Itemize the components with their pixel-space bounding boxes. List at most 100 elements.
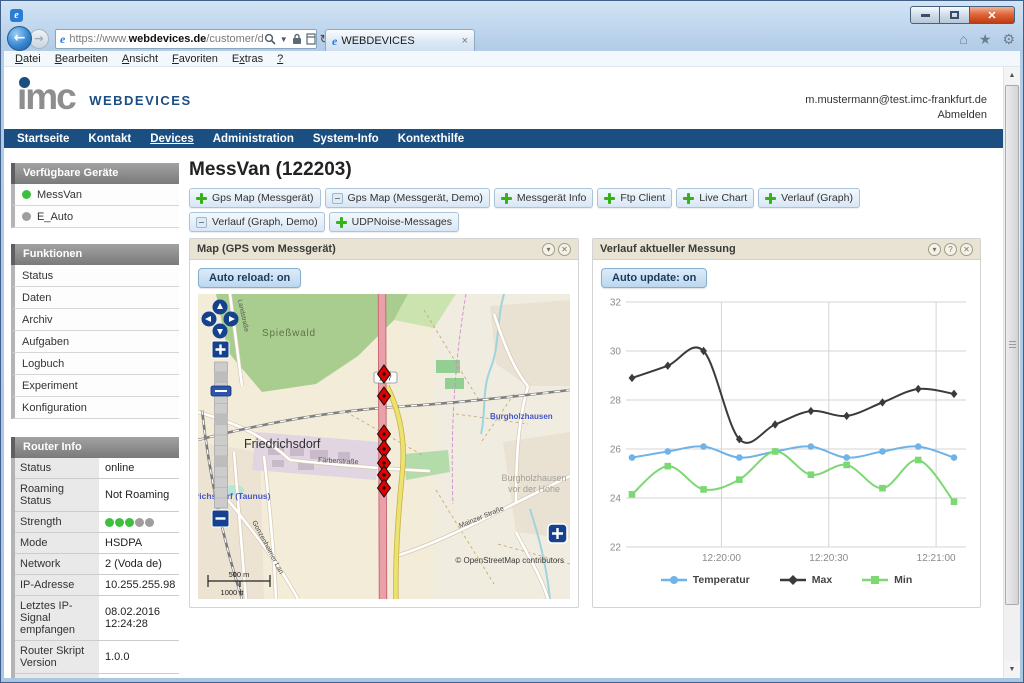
scrollbar-thumb[interactable] [1005, 85, 1019, 605]
imc-logo: imc WEBDEVICES [17, 71, 192, 123]
minus-icon [332, 193, 343, 204]
tab-close-icon[interactable]: × [462, 35, 468, 47]
svg-text:24: 24 [610, 494, 622, 505]
gps-map[interactable]: 257 [198, 294, 570, 599]
measurement-line-chart: 22242628303212:20:0012:20:3012:21:00 [601, 294, 972, 572]
sidebar-item-messvan[interactable]: MessVan [11, 184, 179, 206]
window-icon: e [10, 9, 23, 22]
live-chart-button[interactable]: Live Chart [676, 188, 754, 208]
menu-datei[interactable]: Datei [8, 53, 48, 65]
table-row: Roaming StatusNot Roaming [15, 479, 179, 512]
close-panel-icon[interactable]: ✕ [558, 243, 571, 256]
sidebar-item-konfiguration[interactable]: Konfiguration [11, 397, 179, 419]
menu-help[interactable]: ? [270, 53, 290, 65]
min-marker-icon [862, 574, 888, 586]
zoom-out-button[interactable] [212, 510, 229, 527]
favorites-star-icon[interactable]: ★ [979, 31, 992, 48]
nav-administration[interactable]: Administration [213, 133, 294, 145]
help-icon[interactable]: ? [944, 243, 957, 256]
nav-kontexthilfe[interactable]: Kontexthilfe [398, 133, 464, 145]
area-label-2: vor der Höhe [508, 484, 560, 494]
scale-label-m: 500 m [229, 570, 250, 579]
sidebar-item-experiment[interactable]: Experiment [11, 375, 179, 397]
browser-tab[interactable]: e WEBDEVICES × [325, 29, 475, 51]
url-path: /customer/d [206, 33, 263, 45]
sidebar-item-daten[interactable]: Daten [11, 287, 179, 309]
user-email: m.mustermann@test.imc-frankfurt.de [805, 93, 987, 108]
plus-icon [683, 193, 694, 204]
menu-bearbeiten[interactable]: Bearbeiten [48, 53, 115, 65]
svg-text:22: 22 [610, 543, 622, 554]
legend-item-max: Max [780, 574, 832, 586]
scroll-down-arrow[interactable]: ▼ [1004, 661, 1020, 678]
menu-extras[interactable]: Extras [225, 53, 270, 65]
minimize-button[interactable] [910, 6, 940, 24]
signal-dot [125, 518, 134, 527]
forward-button[interactable]: → [29, 29, 49, 49]
table-row: IP-Adresse10.255.255.98 [15, 575, 179, 596]
sidebar: Verfügbare Geräte MessVan E_Auto Funktio… [11, 163, 179, 678]
logo-dot [19, 77, 30, 88]
forest-label: Spießwald [262, 328, 316, 339]
table-row: Statusonline [15, 458, 179, 479]
devices-section-header: Verfügbare Geräte [11, 163, 179, 184]
sidebar-item-archiv[interactable]: Archiv [11, 309, 179, 331]
scroll-up-arrow[interactable]: ▲ [1004, 67, 1020, 84]
table-row: Letztes IP-Signal empfangen08.02.2016 12… [15, 596, 179, 641]
town-label-left: richsdorf (Taunus) [198, 491, 271, 501]
map-panel-title: Map (GPS vom Messgerät) [197, 243, 336, 255]
settings-gear-icon[interactable]: ⚙ [1002, 31, 1015, 48]
chevron-down-icon[interactable]: ▼ [280, 35, 288, 44]
auto-update-button[interactable]: Auto update: on [601, 268, 707, 288]
plus-icon [765, 193, 776, 204]
chart-panel-title: Verlauf aktueller Messung [600, 243, 736, 255]
menu-favoriten[interactable]: Favoriten [165, 53, 225, 65]
sidebar-item-aufgaben[interactable]: Aufgaben [11, 331, 179, 353]
sidebar-item-status[interactable]: Status [11, 265, 179, 287]
nav-devices[interactable]: Devices [150, 133, 193, 145]
plus-icon [336, 217, 347, 228]
nav-system-info[interactable]: System-Info [313, 133, 379, 145]
menu-bar: Datei Bearbeiten Ansicht Favoriten Extra… [4, 51, 1020, 67]
ftp-client-button[interactable]: Ftp Client [597, 188, 672, 208]
udpnoise-messages-button[interactable]: UDPNoise-Messages [329, 212, 459, 232]
window-titlebar: e ✕ [1, 1, 1023, 27]
svg-text:30: 30 [610, 347, 622, 358]
nav-kontakt[interactable]: Kontakt [88, 133, 131, 145]
maximize-button[interactable] [940, 6, 970, 24]
main-navigation: Startseite Kontakt Devices Administratio… [4, 129, 1003, 148]
menu-ansicht[interactable]: Ansicht [115, 53, 165, 65]
map-attribution: © OpenStreetMap contributors [455, 556, 564, 565]
router-info-table: Statusonline Roaming StatusNot Roaming S… [11, 458, 179, 678]
vertical-scrollbar[interactable]: ▲ ▼ [1003, 67, 1020, 678]
table-row: Router Skript Version1.0.0 [15, 641, 179, 674]
nav-startseite[interactable]: Startseite [17, 133, 69, 145]
page-viewport: imc WEBDEVICES m.mustermann@test.imc-fra… [4, 67, 1020, 678]
search-icon[interactable] [264, 33, 276, 45]
home-icon[interactable]: ⌂ [959, 31, 967, 48]
logout-link[interactable]: Abmelden [805, 108, 987, 123]
collapse-icon[interactable]: ▾ [928, 243, 941, 256]
zoom-in-button[interactable] [212, 341, 229, 358]
chart-legend: Temperatur Max Min [601, 574, 972, 586]
sidebar-item-logbuch[interactable]: Logbuch [11, 353, 179, 375]
scale-label-ft: 1000 ft [221, 588, 245, 597]
legend-item-temperatur: Temperatur [661, 574, 750, 586]
gps-map-button[interactable]: Gps Map (Messgerät) [189, 188, 321, 208]
address-bar[interactable]: e https://www.webdevices.de/customer/d ▼… [55, 29, 317, 49]
close-button[interactable]: ✕ [970, 6, 1015, 24]
messgeraet-info-button[interactable]: Messgerät Info [494, 188, 593, 208]
verlauf-graph-button[interactable]: Verlauf (Graph) [758, 188, 860, 208]
page-title: MessVan (122203) [189, 159, 986, 181]
ie-favicon: e [60, 33, 65, 45]
close-panel-icon[interactable]: ✕ [960, 243, 973, 256]
compatibility-icon[interactable] [306, 33, 316, 45]
router-info-header: Router Info [11, 437, 179, 458]
sidebar-item-e-auto[interactable]: E_Auto [11, 206, 179, 228]
verlauf-graph-demo-button[interactable]: Verlauf (Graph, Demo) [189, 212, 325, 232]
collapse-icon[interactable]: ▾ [542, 243, 555, 256]
gps-map-demo-button[interactable]: Gps Map (Messgerät, Demo) [325, 188, 490, 208]
back-button[interactable]: ← [7, 26, 32, 51]
map-overlay-add-button[interactable] [548, 524, 567, 543]
auto-reload-button[interactable]: Auto reload: on [198, 268, 301, 288]
